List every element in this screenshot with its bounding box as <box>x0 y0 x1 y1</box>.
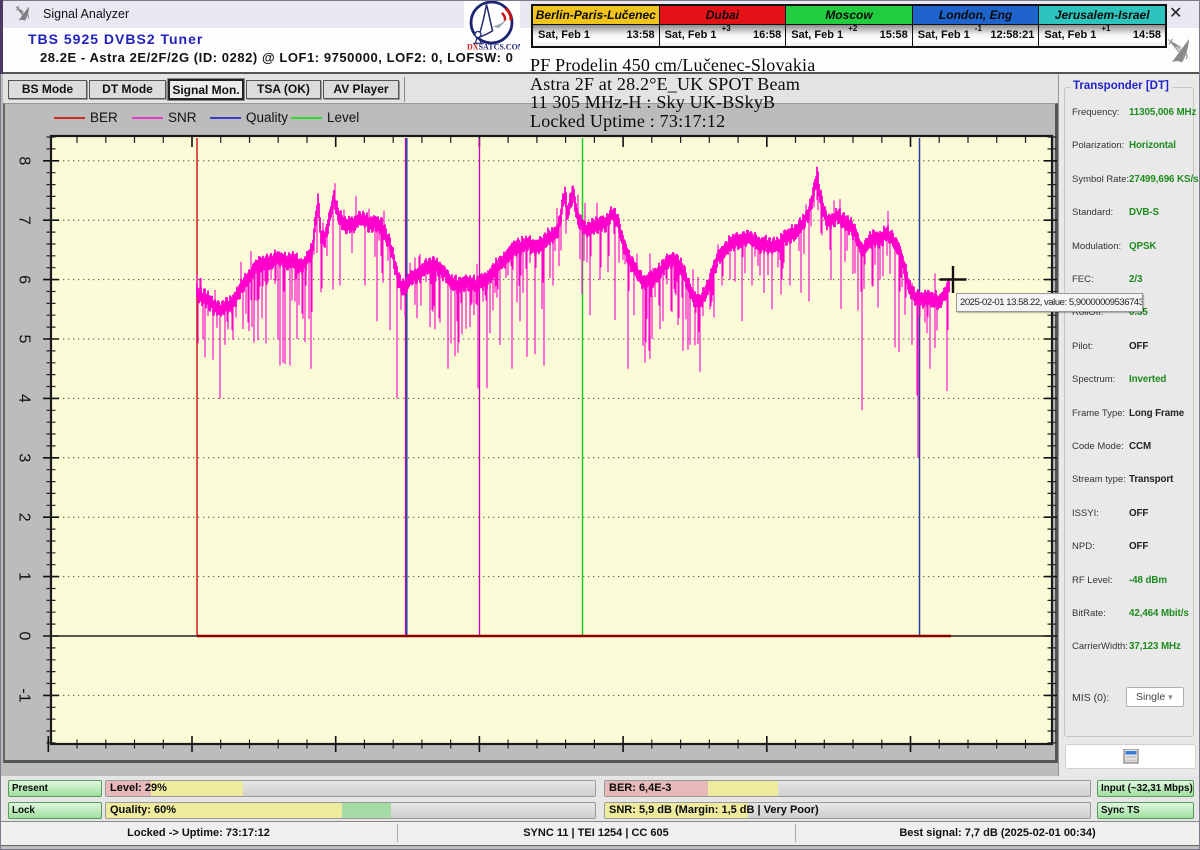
svg-text:DX: DX <box>467 43 479 52</box>
svg-text:5: 5 <box>16 335 33 344</box>
svg-text:-1: -1 <box>16 688 33 702</box>
svg-text:3: 3 <box>16 453 33 462</box>
svg-text:8: 8 <box>16 156 33 165</box>
svg-text:0: 0 <box>16 632 33 641</box>
svg-text:4: 4 <box>16 394 33 403</box>
svg-text:2: 2 <box>16 513 33 522</box>
svg-text:SATCS.COM: SATCS.COM <box>479 43 520 52</box>
svg-text:6: 6 <box>16 275 33 284</box>
svg-text:7: 7 <box>16 216 33 225</box>
svg-text:1: 1 <box>16 572 33 581</box>
